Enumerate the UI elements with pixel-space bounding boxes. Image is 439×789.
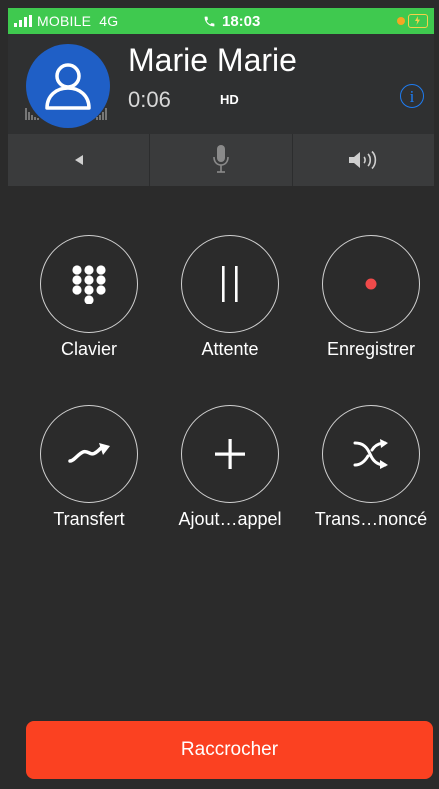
add-call-label: Ajout…appel [178, 509, 282, 529]
info-icon[interactable]: i [400, 84, 424, 108]
hangup-button[interactable]: Raccrocher [26, 721, 433, 779]
status-bar: MOBILE 4G 18:03 [8, 8, 434, 34]
mute-mic-icon [213, 145, 229, 173]
audio-route-icon [74, 155, 83, 165]
audio-level-left-icon [25, 108, 39, 120]
call-duration: 0:06 [128, 87, 171, 112]
pause-icon [222, 266, 238, 302]
add-call-action[interactable]: Ajout…appel [160, 405, 300, 530]
signal-strength-icon [14, 15, 32, 27]
announced-transfer-button[interactable] [322, 405, 420, 503]
mute-button[interactable] [150, 134, 293, 186]
hd-badge: HD [220, 92, 239, 107]
transfer-icon [68, 443, 110, 463]
audio-route-button[interactable] [8, 134, 151, 186]
person-icon [45, 63, 91, 110]
add-call-button[interactable] [181, 405, 279, 503]
keypad-action[interactable]: Clavier [19, 235, 159, 360]
record-button[interactable] [322, 235, 420, 333]
transfer-action[interactable]: Transfert [19, 405, 159, 530]
transfer-button[interactable] [40, 405, 138, 503]
status-clock: 18:03 [203, 13, 260, 30]
keypad-label: Clavier [60, 339, 117, 359]
battery-charging-icon [408, 14, 428, 28]
audio-level-right-icon [96, 108, 107, 120]
call-control-strip [8, 134, 434, 186]
keypad-icon [72, 265, 106, 304]
speaker-button[interactable] [293, 134, 434, 186]
record-action[interactable]: Enregistrer [301, 235, 439, 360]
keypad-button[interactable] [40, 235, 138, 333]
announced-transfer-action[interactable]: Trans…noncé [301, 405, 439, 530]
announced-transfer-icon [353, 439, 388, 469]
speaker-icon [349, 150, 377, 170]
battery-indicator [397, 14, 428, 28]
record-icon [365, 278, 377, 290]
phone-handset-icon [204, 16, 215, 26]
carrier-label: MOBILE 4G [37, 13, 119, 29]
privacy-dot-icon [397, 17, 405, 25]
hold-action[interactable]: Attente [160, 235, 300, 360]
record-label: Enregistrer [326, 339, 416, 359]
announced-transfer-label: Trans…noncé [314, 509, 428, 529]
transfer-label: Transfert [53, 509, 125, 529]
hold-button[interactable] [181, 235, 279, 333]
add-call-icon [215, 439, 245, 469]
caller-name: Marie Marie [128, 42, 297, 78]
call-header: Marie Marie 0:06 HD i [8, 34, 434, 134]
hold-label: Attente [201, 339, 259, 359]
